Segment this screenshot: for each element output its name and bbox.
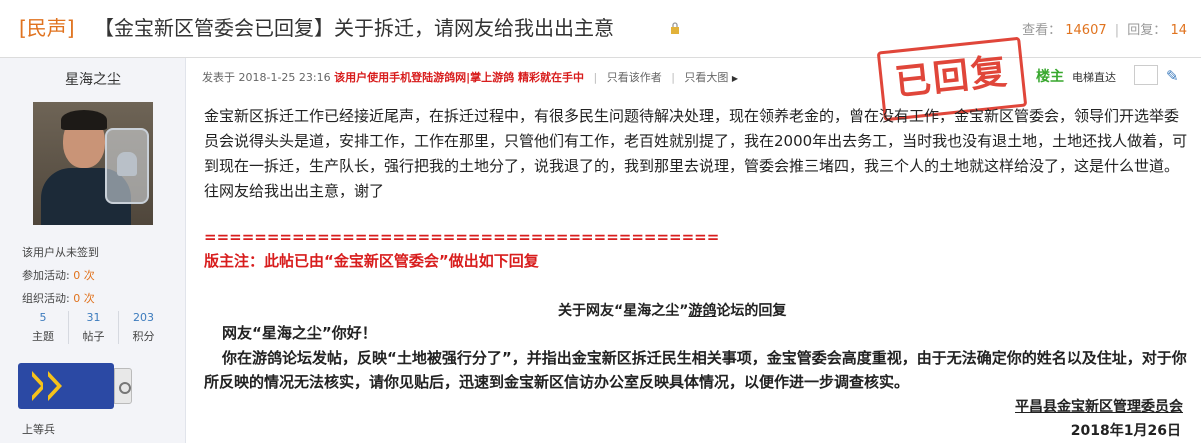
reply-title-part: 关于网友“星海之尘” — [558, 303, 689, 319]
mobile-promo-link[interactable]: 该用户使用手机登陆游鸽网|掌上游鸽 精彩就在手中 — [334, 71, 584, 84]
join-count: 0 次 — [73, 269, 95, 282]
reply-body: 你在游鸽论坛发帖，反映“土地被强行分了”，并指出金宝新区拆迁民生相关事项，金宝管… — [204, 349, 1187, 391]
floor-label: 楼主 — [1036, 69, 1064, 85]
jump-to-floor-input[interactable] — [1134, 65, 1158, 85]
join-label: 参加活动: — [22, 269, 70, 282]
thread-stats: 查看： 14607 | 回复： 14 — [1022, 23, 1187, 38]
author-name[interactable]: 星海之尘 — [0, 69, 186, 89]
moderator-note: 版主注：此帖已由“金宝新区管委会”做出如下回复 — [204, 252, 539, 270]
post-time: 发表于 2018-1-25 23:16 — [202, 71, 331, 84]
reply-greeting: 网友“星海之尘”你好！ — [222, 324, 377, 342]
only-images-link[interactable]: 只看大图 — [684, 71, 728, 84]
avatar[interactable] — [33, 102, 153, 225]
android-icon — [117, 152, 137, 176]
only-author-link[interactable]: 只看该作者 — [607, 71, 662, 84]
checkin-status: 该用户从未签到 — [22, 246, 99, 259]
views-label: 查看： — [1022, 23, 1062, 38]
replies-label: 回复： — [1127, 23, 1167, 38]
lock-icon — [671, 22, 679, 34]
join-activity: 参加活动: 0 次 — [22, 267, 95, 283]
reply-title-part: 论坛的回复 — [716, 303, 787, 319]
post-divider: ========================================… — [204, 228, 720, 246]
thread-title: 【金宝新区管委会已回复】关于拆迁，请网友给我出出主意 — [94, 16, 614, 40]
post-content: 金宝新区拆迁工作已经接近尾声，在拆迁过程中，有很多民生问题待解决处理，现在领养老… — [204, 107, 1188, 200]
org-label: 组织活动: — [22, 292, 70, 305]
stat-points[interactable]: 203 积分 — [118, 311, 168, 344]
jump-to-floor-label: 电梯直达 — [1072, 71, 1116, 84]
reply-title: 关于网友“星海之尘”游鸽论坛的回复 — [558, 300, 786, 320]
replies-count: 14 — [1170, 23, 1187, 38]
reply-date: 2018年1月26日 — [1070, 423, 1181, 439]
org-activity: 组织活动: 0 次 — [22, 290, 95, 306]
author-stats: 5 主题 31 帖子 203 积分 — [18, 311, 168, 347]
edit-pen-icon[interactable]: ✎ — [1166, 67, 1179, 85]
stat-posts[interactable]: 31 帖子 — [68, 311, 118, 344]
views-count: 14607 — [1065, 23, 1107, 38]
triangle-right-icon: ▶ — [731, 74, 739, 83]
reply-signature: 平昌县金宝新区管理委员会 — [1015, 399, 1183, 415]
org-count: 0 次 — [73, 292, 95, 305]
rank-badge-icon — [18, 363, 132, 409]
post-meta: 发表于 2018-1-25 23:16 该用户使用手机登陆游鸽网|掌上游鸽 精彩… — [202, 71, 739, 84]
category-tag[interactable]: [民声] — [19, 12, 75, 41]
rank-label: 上等兵 — [22, 423, 55, 436]
stat-topics[interactable]: 5 主题 — [18, 311, 68, 344]
forum-link[interactable]: 游鸽 — [688, 303, 716, 319]
author-panel: 星海之尘 该用户从未签到 参加活动: 0 次 组织活动: 0 次 5 主题 31 帖… — [0, 58, 186, 443]
